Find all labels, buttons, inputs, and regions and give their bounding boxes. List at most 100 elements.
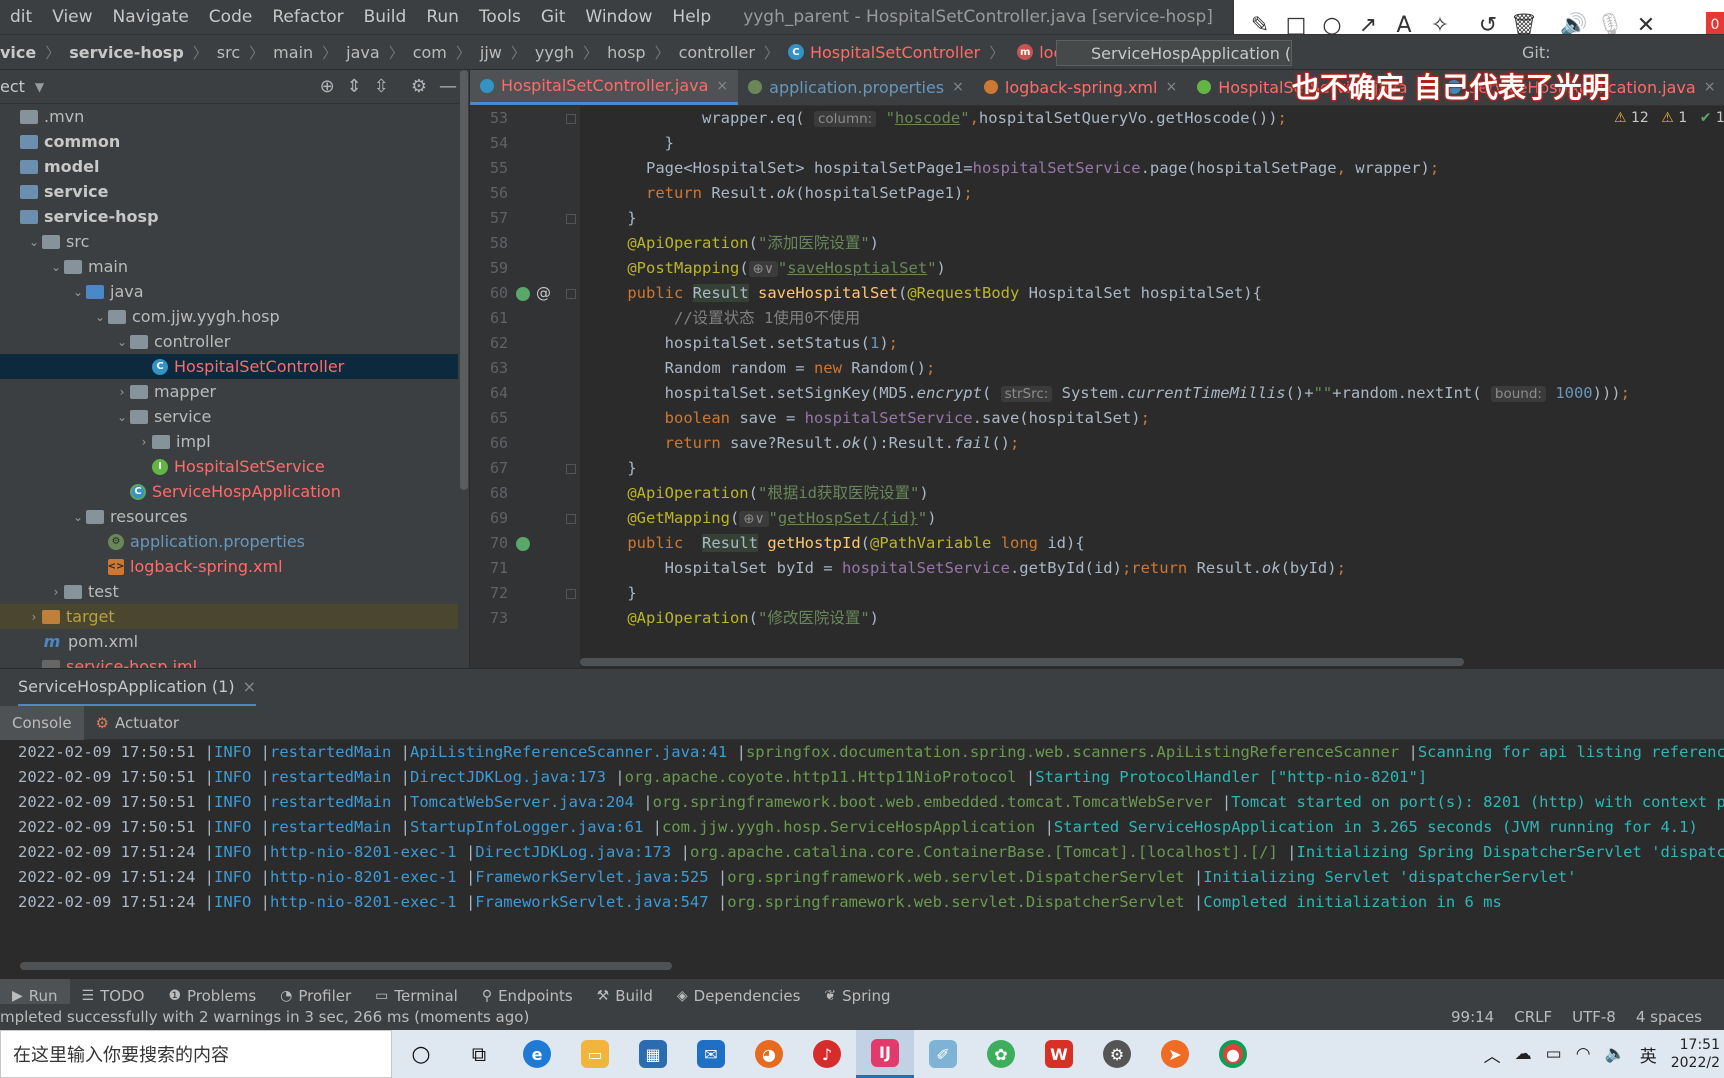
breadcrumb-item[interactable]: hosp <box>607 43 645 62</box>
editor-tab[interactable]: HospitalSetController.java × <box>470 70 739 105</box>
fold-marker-icon[interactable] <box>566 114 576 124</box>
code-line[interactable]: } <box>590 206 636 231</box>
code-line[interactable]: @PostMapping(⊕∨ "saveHosptialSet") <box>590 256 946 282</box>
tree-item[interactable]: ⚙ application.properties <box>0 529 458 554</box>
close-icon[interactable]: × <box>952 79 964 95</box>
breadcrumb-item[interactable]: service-hosp <box>69 43 184 62</box>
chevron-down-icon[interactable]: ⌄ <box>70 285 86 299</box>
tree-item[interactable]: ⌄ main <box>0 254 458 279</box>
menu-item-window[interactable]: Window <box>575 7 662 27</box>
mail-icon[interactable]: ✉ <box>682 1030 740 1078</box>
breadcrumb-class[interactable]: HospitalSetController <box>810 43 980 62</box>
chevron-down-icon[interactable]: ⌄ <box>114 335 130 349</box>
tree-item[interactable]: ⌄ com.jjw.yygh.hosp <box>0 304 458 329</box>
fold-marker-icon[interactable] <box>566 214 576 224</box>
code-line[interactable]: hospitalSet.setSignKey(MD5.encrypt( strS… <box>590 381 1630 407</box>
postman-icon[interactable]: ➤ <box>1146 1030 1204 1078</box>
hide-icon[interactable]: — <box>439 76 457 97</box>
tree-item[interactable]: › target <box>0 604 458 629</box>
breadcrumb-item[interactable]: yygh <box>535 43 574 62</box>
file-encoding[interactable]: UTF-8 <box>1572 1008 1616 1026</box>
firefox-icon[interactable]: ◕ <box>740 1030 798 1078</box>
tree-item[interactable]: ⌄ controller <box>0 329 458 354</box>
chevron-down-icon[interactable]: ⌄ <box>114 410 130 424</box>
code-line[interactable]: } <box>590 131 674 156</box>
code-line[interactable]: public Result saveHospitalSet(@RequestBo… <box>590 281 1262 306</box>
menu-item-code[interactable]: Code <box>199 7 263 27</box>
chevron-down-icon[interactable]: ⌄ <box>92 310 108 324</box>
menu-item-view[interactable]: View <box>42 7 102 27</box>
store-icon[interactable]: ▦ <box>624 1030 682 1078</box>
menu-item-navigate[interactable]: Navigate <box>103 7 199 27</box>
code-line[interactable]: @ApiOperation("修改医院设置") <box>590 606 879 631</box>
cortana-icon[interactable]: ○ <box>392 1030 450 1078</box>
file-explorer-icon[interactable]: ▭ <box>566 1030 624 1078</box>
menu-item-build[interactable]: Build <box>354 7 417 27</box>
tree-item[interactable]: ⌄ java <box>0 279 458 304</box>
chevron-right-icon[interactable]: › <box>114 385 130 399</box>
breadcrumb-item[interactable]: controller <box>679 43 755 62</box>
console-horizontal-scrollbar[interactable] <box>20 962 672 970</box>
intellij-idea-icon[interactable]: IJ <box>856 1030 914 1078</box>
fold-marker-icon[interactable] <box>566 464 576 474</box>
paint-icon[interactable]: ✐ <box>914 1030 972 1078</box>
breadcrumb-item[interactable]: src <box>217 43 240 62</box>
code-line[interactable]: return save?Result.ok():Result.fail(); <box>590 431 1020 456</box>
menu-item-help[interactable]: Help <box>662 7 721 27</box>
run-tab[interactable]: ⚙ Actuator <box>84 706 192 740</box>
chevron-down-icon[interactable]: ⌄ <box>48 260 64 274</box>
caret-position[interactable]: 99:14 <box>1451 1008 1494 1026</box>
gear-icon[interactable]: ⚙ <box>411 76 427 97</box>
code-line[interactable]: wrapper.eq( column: "hoscode",hospitalSe… <box>590 106 1287 132</box>
tree-item[interactable]: › test <box>0 579 458 604</box>
tree-item[interactable]: C ServiceHospApplication <box>0 479 458 504</box>
chevron-right-icon[interactable]: › <box>136 435 152 449</box>
menu-item-tools[interactable]: Tools <box>469 7 531 27</box>
breadcrumb-item[interactable]: main <box>273 43 313 62</box>
expand-all-icon[interactable]: ⇕ <box>347 76 362 97</box>
code-line[interactable]: boolean save = hospitalSetService.save(h… <box>590 406 1150 431</box>
run-tab[interactable]: Console <box>0 705 84 740</box>
project-panel-title[interactable]: ect <box>0 77 25 96</box>
annotation-gutter-icon[interactable]: @ <box>536 281 551 306</box>
chrome-icon[interactable]: ● <box>1204 1030 1262 1078</box>
tree-item[interactable]: C HospitalSetController <box>0 354 458 379</box>
code-line[interactable]: //设置状态 1使用0不使用 <box>590 306 860 331</box>
tree-item[interactable]: › impl <box>0 429 458 454</box>
chevron-down-icon[interactable]: ⌄ <box>70 510 86 524</box>
tree-item[interactable]: ⌄ service <box>0 404 458 429</box>
chevron-right-icon[interactable]: › <box>48 585 64 599</box>
breadcrumb-item[interactable]: java <box>346 43 380 62</box>
wifi-icon[interactable]: ◠ <box>1576 1044 1591 1064</box>
collapse-all-icon[interactable]: ⇳ <box>374 76 389 97</box>
code-line[interactable]: } <box>590 581 636 606</box>
code-line[interactable]: } <box>590 456 636 481</box>
tree-item[interactable]: I HospitalSetService <box>0 454 458 479</box>
netease-music-icon[interactable]: ♪ <box>798 1030 856 1078</box>
menu-item-dit[interactable]: dit <box>0 7 42 27</box>
code-line[interactable]: HospitalSet byId = hospitalSetService.ge… <box>590 556 1346 581</box>
ime-indicator[interactable]: 英 <box>1640 1042 1657 1067</box>
tree-item[interactable]: .mvn <box>0 104 458 129</box>
run-configuration-select[interactable]: ServiceHospApplication (1) <box>1056 40 1292 66</box>
code-line[interactable]: @ApiOperation("添加医院设置") <box>590 231 879 256</box>
menu-item-git[interactable]: Git <box>531 7 576 27</box>
breadcrumb-item[interactable]: com <box>413 43 447 62</box>
editor-tab[interactable]: logback-spring.xml × <box>974 70 1187 105</box>
code-editor[interactable]: 53 54 55 56 57 58 59 60 @61 62 63 64 65 66 67 68 69 70 71 7… <box>470 106 1724 668</box>
tree-item[interactable]: common <box>0 129 458 154</box>
fold-marker-icon[interactable] <box>566 514 576 524</box>
volume-icon[interactable]: 🔈 <box>1605 1044 1626 1064</box>
cloud-icon[interactable]: ☁ <box>1515 1044 1532 1064</box>
close-icon[interactable]: × <box>1704 79 1716 95</box>
code-line[interactable]: return Result.ok(hospitalSetPage1); <box>590 181 973 206</box>
windows-search-input[interactable]: 在这里输入你要搜索的内容 <box>0 1030 392 1078</box>
chevron-down-icon[interactable]: ⌄ <box>26 235 42 249</box>
battery-icon[interactable]: ▭ <box>1546 1044 1562 1064</box>
show-hidden-icons-icon[interactable]: ︿ <box>1484 1042 1501 1067</box>
task-view-icon[interactable]: ⧉ <box>450 1030 508 1078</box>
menu-item-refactor[interactable]: Refactor <box>262 7 353 27</box>
editor-tab[interactable]: application.properties × <box>738 70 974 105</box>
console-output[interactable]: 2022-02-09 17:50:51 |INFO |restartedMain… <box>0 740 1724 962</box>
code-line[interactable]: public Result getHostpId(@PathVariable l… <box>590 531 1085 556</box>
